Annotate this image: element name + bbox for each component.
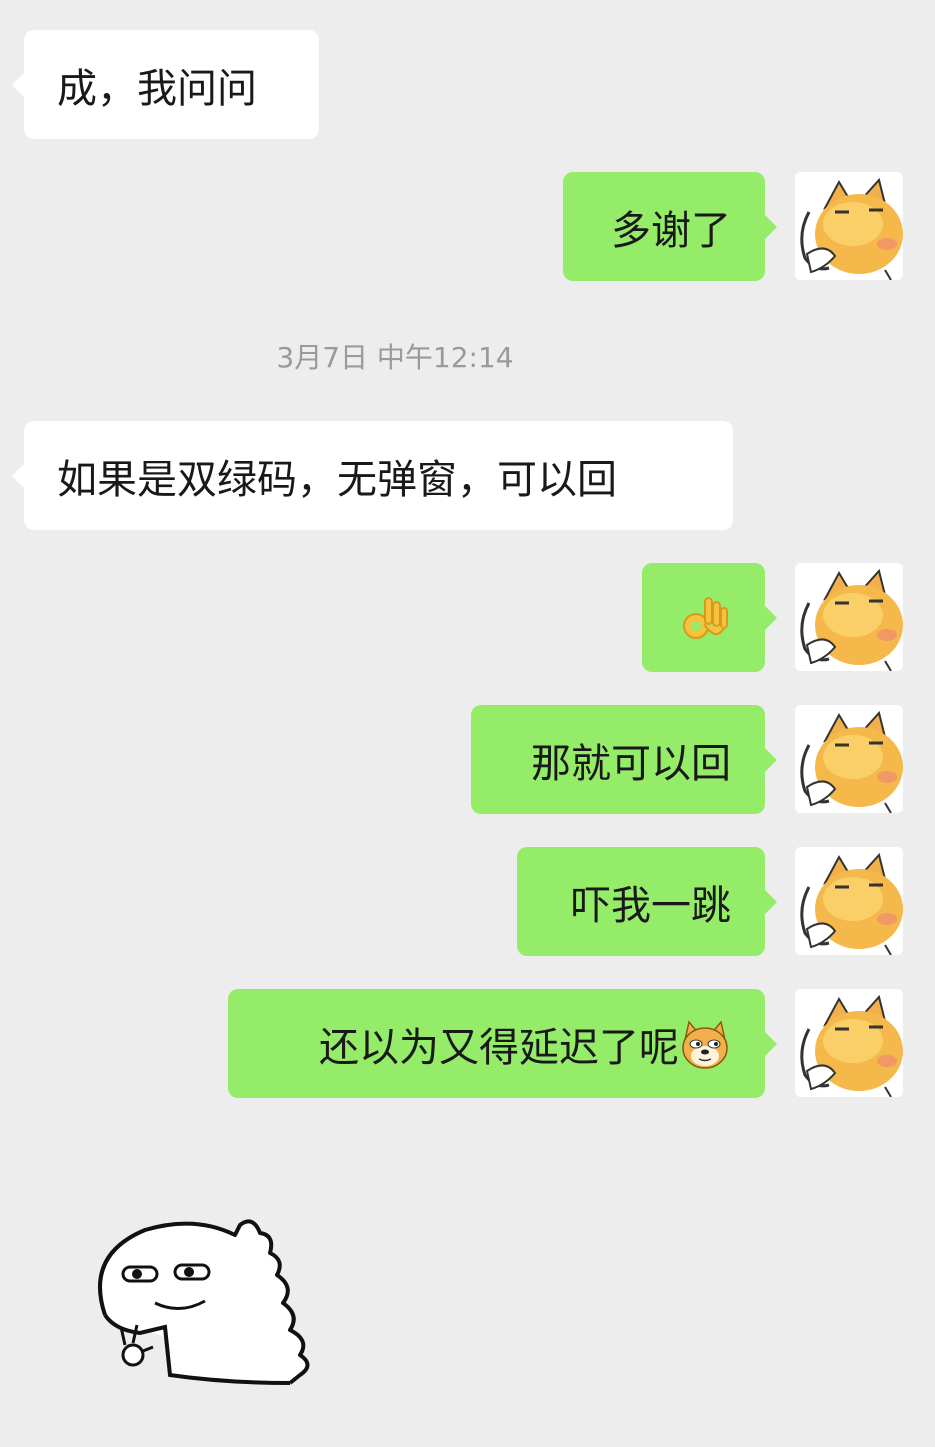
dinosaur-sticker[interactable]	[85, 1215, 325, 1390]
outgoing-message-bubble[interactable]: 多谢了	[563, 172, 777, 281]
doge-emoji-icon	[679, 1018, 731, 1070]
ok-hand-emoji-icon	[678, 592, 730, 644]
message-text: 那就可以回	[531, 740, 731, 787]
incoming-message-bubble[interactable]: 成，我问问	[12, 30, 319, 139]
outgoing-message-bubble[interactable]: 吓我一跳	[517, 847, 777, 956]
cat-avatar-icon[interactable]	[795, 847, 903, 955]
message-text: 还以为又得延迟了呢	[319, 1024, 679, 1071]
incoming-message-bubble[interactable]: 如果是双绿码，无弹窗，可以回	[12, 421, 733, 530]
message-text: 成，我问问	[57, 65, 257, 112]
cat-avatar-icon[interactable]	[795, 989, 903, 1097]
outgoing-message-bubble[interactable]	[642, 563, 777, 672]
cat-avatar-icon[interactable]	[795, 705, 903, 813]
outgoing-message-bubble[interactable]: 还以为又得延迟了呢	[228, 989, 777, 1098]
outgoing-message-bubble[interactable]: 那就可以回	[471, 705, 777, 814]
message-text: 多谢了	[611, 207, 731, 254]
cat-avatar-icon[interactable]	[795, 563, 903, 671]
chat-timestamp: 3月7日 中午12:14	[276, 341, 514, 374]
cat-avatar-icon[interactable]	[795, 172, 903, 280]
message-text: 吓我一跳	[571, 882, 731, 929]
message-text: 如果是双绿码，无弹窗，可以回	[57, 456, 617, 503]
